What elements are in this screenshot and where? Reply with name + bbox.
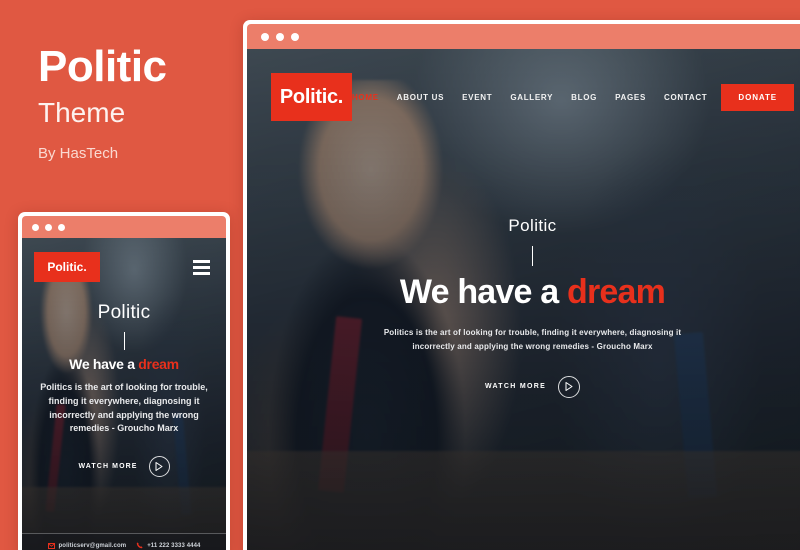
hero-eyebrow: Politic [508, 216, 557, 236]
promo-author: By HasTech [38, 144, 119, 162]
nav-item-contact[interactable]: CONTACT [664, 93, 707, 102]
desktop-viewport: Politic. HOME ABOUT US EVENT GALLERY BLO… [247, 49, 800, 550]
promo-title: Politic [38, 42, 167, 91]
site-logo[interactable]: Politic. [271, 73, 352, 121]
nav-item-pages[interactable]: PAGES [615, 93, 646, 102]
hamburger-icon[interactable] [193, 259, 210, 275]
mobile-hero-divider [123, 331, 125, 350]
mobile-phone-text: +11 222 3333 4444 [147, 542, 201, 549]
hero-title: We have a dream [399, 273, 666, 312]
mobile-hero-title: We have a dream [69, 356, 179, 372]
nav-item-about-us[interactable]: ABOUT US [397, 93, 444, 102]
site-header: Politic. HOME ABOUT US EVENT GALLERY BLO… [247, 73, 800, 121]
mobile-site-header: Politic. [22, 252, 226, 282]
phone-icon [136, 542, 143, 549]
mobile-viewport: Politic. Politic We have a dream Politic… [22, 238, 226, 550]
mobile-browser-chrome [22, 216, 226, 238]
mobile-hero-eyebrow: Politic [97, 301, 151, 323]
mobile-hero-title-plain: We have a [69, 355, 139, 372]
watch-more-button[interactable]: WATCH MORE [484, 375, 581, 398]
mobile-hero-quote: Politics is the art of looking for troub… [40, 381, 208, 434]
mobile-window-dot-3 [58, 223, 65, 231]
mobile-browser-mockup: Politic. Politic We have a dream Politic… [18, 212, 230, 550]
desktop-browser-mockup: Politic. HOME ABOUT US EVENT GALLERY BLO… [243, 20, 800, 550]
promo-block: Politic Theme By HasTech [38, 42, 167, 162]
watch-more-label: WATCH MORE [484, 383, 547, 391]
hero-title-accent: dream [567, 273, 666, 312]
nav-item-event[interactable]: EVENT [462, 93, 492, 102]
mobile-watch-more-label: WATCH MORE [78, 463, 138, 471]
mobile-site-logo[interactable]: Politic. [34, 252, 100, 282]
promo-subtitle: Theme [38, 97, 126, 129]
mobile-watch-more-button[interactable]: WATCH MORE [78, 456, 170, 478]
hero-section: Politic We have a dream Politics is the … [247, 49, 800, 550]
envelope-icon [47, 542, 55, 549]
nav-item-gallery[interactable]: GALLERY [510, 93, 553, 102]
hero-divider [532, 246, 533, 267]
nav-item-home[interactable]: HOME [352, 93, 379, 102]
mobile-contact-bar: politicserv@gmail.com +11 222 3333 4444 [22, 533, 226, 550]
mobile-contact-phone[interactable]: +11 222 3333 4444 [136, 542, 200, 549]
mobile-contact-email[interactable]: politicserv@gmail.com [47, 542, 127, 549]
window-dot-2 [276, 32, 284, 41]
main-navigation: HOME ABOUT US EVENT GALLERY BLOG PAGES C… [352, 73, 721, 121]
donate-button[interactable]: DONATE [721, 83, 794, 111]
hero-title-plain: We have a [399, 273, 568, 312]
mobile-email-text: politicserv@gmail.com [58, 542, 127, 549]
desktop-browser-chrome [247, 24, 800, 49]
mobile-window-dot-1 [32, 223, 39, 231]
nav-item-blog[interactable]: BLOG [571, 93, 597, 102]
mobile-window-dot-2 [45, 223, 52, 231]
window-dot-3 [291, 32, 299, 41]
hero-quote: Politics is the art of looking for troub… [383, 327, 682, 351]
play-icon[interactable] [558, 375, 581, 398]
mobile-hero-title-accent: dream [138, 355, 179, 372]
window-dot-1 [261, 32, 269, 41]
mobile-play-icon[interactable] [148, 456, 170, 478]
